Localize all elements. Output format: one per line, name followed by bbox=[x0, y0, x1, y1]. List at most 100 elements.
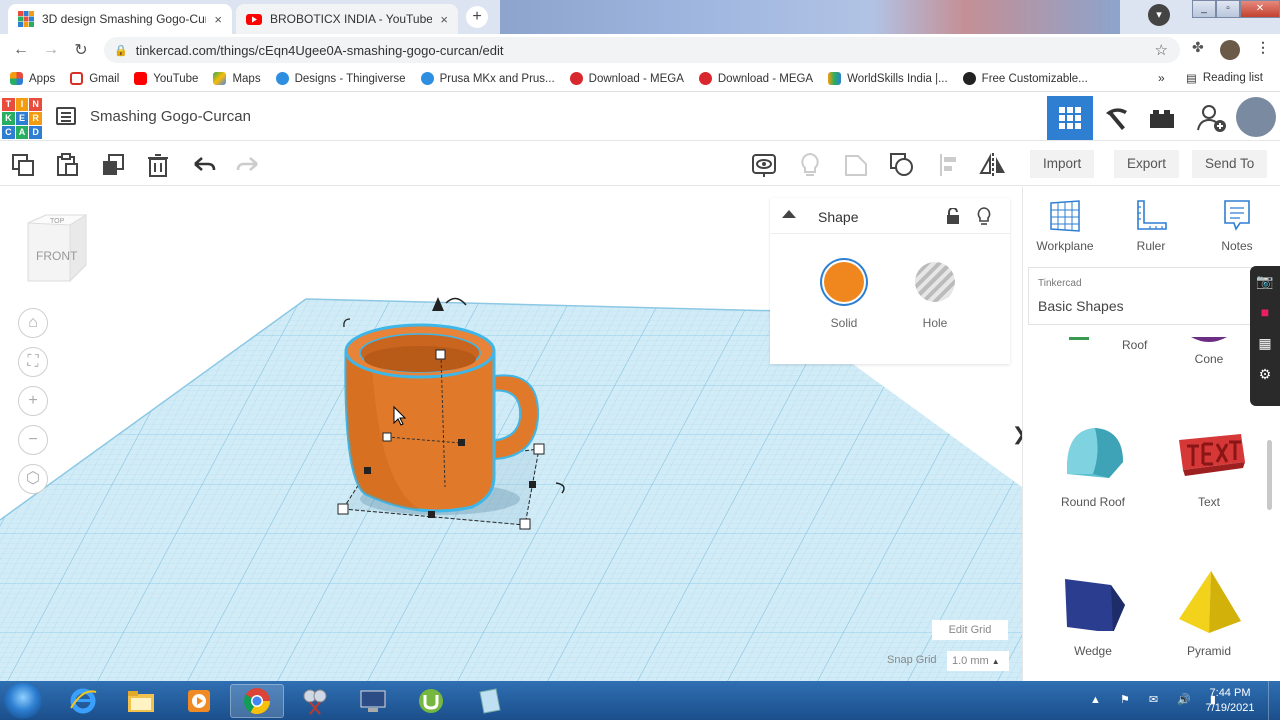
bookmark-mega-1[interactable]: Download - MEGA bbox=[569, 72, 684, 85]
delete-icon[interactable] bbox=[145, 152, 171, 178]
height-handle[interactable] bbox=[435, 349, 446, 360]
bookmark-youtube[interactable]: YouTube bbox=[134, 72, 198, 85]
maximize-button[interactable]: ▫ bbox=[1216, 0, 1240, 18]
snap-grid-select[interactable]: 1.0 mm ▲ bbox=[947, 651, 1009, 671]
mirror-icon[interactable] bbox=[979, 152, 1005, 178]
extensions-icon[interactable]: ✤ bbox=[1192, 39, 1204, 56]
show-desktop-button[interactable] bbox=[1268, 681, 1280, 720]
copy-icon[interactable] bbox=[10, 152, 36, 178]
bookmark-customizable[interactable]: Free Customizable... bbox=[962, 72, 1088, 85]
user-avatar[interactable] bbox=[1236, 97, 1276, 137]
bookmark-apps[interactable]: Apps bbox=[10, 72, 55, 85]
undo-icon[interactable] bbox=[191, 152, 217, 178]
solid-option[interactable]: Solid bbox=[814, 262, 874, 330]
import-button[interactable]: Import bbox=[1030, 150, 1095, 178]
window-close-button[interactable]: ✕ bbox=[1240, 0, 1280, 18]
home-view-icon[interactable]: ⌂ bbox=[18, 308, 48, 338]
system-clock[interactable]: 7:44 PM 7/19/2021 bbox=[1200, 686, 1260, 716]
chrome-profile-icon[interactable]: ▾ bbox=[1148, 4, 1170, 26]
perspective-toggle-icon[interactable]: ⬡ bbox=[18, 464, 48, 494]
shape-cone[interactable]: Cone bbox=[1154, 337, 1264, 366]
design-list-icon[interactable] bbox=[56, 107, 76, 125]
taskbar-notes-app[interactable] bbox=[462, 684, 516, 718]
shape-library-select[interactable]: Tinkercad Basic Shapes bbox=[1028, 267, 1256, 325]
collapse-inspector-icon[interactable] bbox=[782, 210, 796, 218]
url-field[interactable]: 🔒 tinkercad.com/things/cEqn4Ugee0A-smash… bbox=[104, 37, 1180, 63]
fit-view-icon[interactable]: ⛶ bbox=[18, 347, 48, 377]
resize-handle[interactable] bbox=[458, 439, 465, 446]
redo-icon[interactable] bbox=[235, 152, 261, 178]
invite-people-button[interactable] bbox=[1189, 96, 1235, 140]
blocks-view-button[interactable] bbox=[1093, 96, 1139, 140]
bookmark-worldskills[interactable]: WorldSkills India |... bbox=[828, 72, 948, 85]
3d-design-view-button[interactable] bbox=[1047, 96, 1093, 140]
lightbulb-icon[interactable] bbox=[976, 207, 992, 230]
forward-button[interactable]: → bbox=[36, 41, 66, 59]
taskbar-snipping-tool[interactable] bbox=[288, 684, 342, 718]
resize-handle[interactable] bbox=[428, 511, 435, 518]
group-icon[interactable] bbox=[843, 152, 869, 178]
taskbar-media-player[interactable] bbox=[172, 684, 226, 718]
duplicate-icon[interactable] bbox=[100, 152, 126, 178]
hole-option[interactable]: Hole bbox=[905, 262, 965, 330]
reload-button[interactable]: ↻ bbox=[66, 40, 96, 60]
ungroup-icon[interactable] bbox=[889, 152, 915, 178]
reading-list-button[interactable]: ▤ Reading list bbox=[1186, 71, 1263, 85]
gallery-icon[interactable]: ▦ bbox=[1250, 328, 1280, 359]
zoom-out-icon[interactable]: − bbox=[18, 425, 48, 455]
send-to-button[interactable]: Send To bbox=[1192, 150, 1268, 178]
tab-close-icon[interactable]: × bbox=[214, 12, 222, 27]
taskbar-file-explorer[interactable] bbox=[114, 684, 168, 718]
shape-pyramid[interactable]: Pyramid bbox=[1154, 571, 1264, 658]
bookmark-prusa[interactable]: Prusa MKx and Prus... bbox=[420, 72, 555, 85]
hole-swatch[interactable] bbox=[915, 262, 955, 302]
edit-grid-button[interactable]: Edit Grid bbox=[932, 620, 1008, 640]
tab-youtube[interactable]: BROBOTICX INDIA - YouTube × bbox=[236, 4, 458, 34]
paste-icon[interactable] bbox=[54, 152, 80, 178]
resize-handle[interactable] bbox=[533, 443, 545, 455]
align-icon[interactable] bbox=[937, 152, 963, 178]
shape-roof[interactable]: Roof bbox=[1038, 337, 1148, 352]
back-button[interactable]: ← bbox=[6, 41, 36, 59]
taskbar-utorrent[interactable] bbox=[404, 684, 458, 718]
bookmark-mega-2[interactable]: Download - MEGA bbox=[698, 72, 813, 85]
menu-kebab-icon[interactable]: ⋮ bbox=[1256, 39, 1270, 56]
bookmarks-more-icon[interactable]: » bbox=[1158, 71, 1165, 85]
notes-tool[interactable]: Notes bbox=[1202, 199, 1272, 253]
resize-handle[interactable] bbox=[519, 518, 531, 530]
resize-handle[interactable] bbox=[364, 467, 371, 474]
settings-gear-icon[interactable]: ⚙ bbox=[1250, 359, 1280, 390]
export-button[interactable]: Export bbox=[1114, 150, 1180, 178]
taskbar-internet-explorer[interactable] bbox=[56, 684, 110, 718]
resize-handle[interactable] bbox=[529, 481, 536, 488]
resize-handle[interactable] bbox=[337, 503, 349, 515]
resize-handle[interactable] bbox=[382, 432, 392, 442]
tab-close-icon[interactable]: × bbox=[440, 12, 448, 27]
taskbar-chrome[interactable] bbox=[230, 684, 284, 718]
tab-tinkercad[interactable]: 3D design Smashing Gogo-Curca × bbox=[8, 4, 232, 34]
camera-icon[interactable]: 📷 bbox=[1250, 266, 1280, 297]
minimize-button[interactable]: _ bbox=[1192, 0, 1216, 18]
taskbar-remote-desktop[interactable] bbox=[346, 684, 400, 718]
bookmark-gmail[interactable]: Gmail bbox=[70, 72, 119, 85]
bookmark-thingiverse[interactable]: Designs - Thingiverse bbox=[275, 72, 406, 85]
tinkercad-logo[interactable]: T I N K E R C A D bbox=[2, 98, 42, 139]
video-record-icon[interactable]: ■ bbox=[1250, 297, 1280, 328]
zoom-in-icon[interactable]: + bbox=[18, 386, 48, 416]
ruler-tool[interactable]: Ruler bbox=[1116, 199, 1186, 253]
lightbulb-icon[interactable] bbox=[797, 152, 823, 178]
solid-color-swatch[interactable] bbox=[824, 262, 864, 302]
view-cube[interactable]: TOP FRONT bbox=[24, 213, 88, 285]
project-name[interactable]: Smashing Gogo-Curcan bbox=[90, 108, 251, 125]
bookmark-star-icon[interactable]: ☆ bbox=[1155, 41, 1168, 59]
shape-round-roof[interactable]: Round Roof bbox=[1038, 422, 1148, 509]
shapes-scrollbar[interactable] bbox=[1267, 440, 1272, 510]
shape-text[interactable]: Text bbox=[1154, 422, 1264, 509]
notes-visibility-icon[interactable] bbox=[751, 152, 777, 178]
bricks-view-button[interactable] bbox=[1139, 96, 1185, 140]
start-button[interactable] bbox=[4, 683, 42, 719]
new-tab-button[interactable]: + bbox=[466, 6, 488, 28]
profile-avatar-icon[interactable] bbox=[1220, 40, 1240, 60]
bookmark-maps[interactable]: Maps bbox=[213, 72, 261, 85]
shape-wedge[interactable]: Wedge bbox=[1038, 571, 1148, 658]
